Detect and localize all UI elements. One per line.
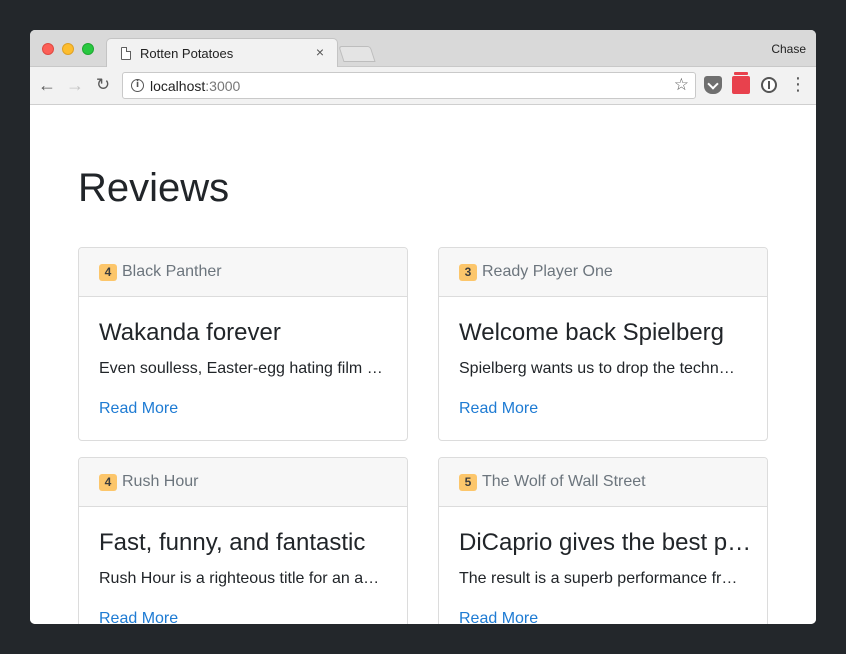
- password-manager-icon[interactable]: [761, 77, 777, 93]
- rating-badge: 4: [99, 264, 117, 281]
- review-excerpt: Even soulless, Easter-egg hating film …: [99, 360, 383, 377]
- movie-title: Rush Hour: [122, 473, 199, 490]
- review-excerpt: The result is a superb performance fr…: [459, 570, 738, 587]
- review-title: DiCaprio gives the best p…: [459, 529, 752, 556]
- bookmark-star-icon[interactable]: ☆: [674, 75, 689, 95]
- pocket-extension-icon[interactable]: [704, 76, 722, 94]
- url-port: :3000: [205, 78, 241, 94]
- card-header: 3 Ready Player One: [439, 248, 767, 297]
- review-card: 3 Ready Player One Welcome back Spielber…: [438, 247, 768, 441]
- browser-tab[interactable]: Rotten Potatoes ×: [106, 38, 338, 68]
- review-card: 4 Rush Hour Fast, funny, and fantastic R…: [78, 457, 408, 624]
- page-content: Reviews 4 Black Panther Wakanda forever …: [30, 105, 816, 624]
- url-host: localhost: [150, 78, 206, 94]
- review-title: Fast, funny, and fantastic: [99, 529, 366, 556]
- browser-window: Rotten Potatoes × Chase ← → ↻ i localhos…: [30, 30, 816, 624]
- stack-extension-icon[interactable]: [732, 72, 750, 94]
- card-header: 4 Black Panther: [79, 248, 407, 297]
- url-text[interactable]: localhost:3000: [150, 78, 240, 94]
- review-card: 4 Black Panther Wakanda forever Even sou…: [78, 247, 408, 441]
- movie-title: The Wolf of Wall Street: [482, 473, 646, 490]
- maximize-window-button[interactable]: [82, 43, 94, 55]
- forward-arrow-icon[interactable]: →: [64, 74, 86, 96]
- rating-badge: 4: [99, 474, 117, 491]
- review-excerpt: Spielberg wants us to drop the techn…: [459, 360, 735, 377]
- tab-close-icon[interactable]: ×: [313, 44, 327, 60]
- minimize-window-button[interactable]: [62, 43, 74, 55]
- card-header: 5 The Wolf of Wall Street: [439, 458, 767, 507]
- review-excerpt: Rush Hour is a righteous title for an a…: [99, 570, 380, 587]
- movie-title: Ready Player One: [482, 263, 613, 280]
- rating-badge: 3: [459, 264, 477, 281]
- read-more-link[interactable]: Read More: [99, 400, 178, 418]
- profile-name[interactable]: Chase: [771, 42, 806, 56]
- rating-badge: 5: [459, 474, 477, 491]
- browser-toolbar: ← → ↻ i localhost:3000 ☆ ⋮: [30, 67, 816, 105]
- read-more-link[interactable]: Read More: [459, 400, 538, 418]
- info-icon[interactable]: i: [131, 79, 144, 92]
- new-tab-button[interactable]: [338, 46, 376, 62]
- reload-icon[interactable]: ↻: [92, 74, 114, 96]
- back-arrow-icon[interactable]: ←: [36, 74, 58, 96]
- review-title: Welcome back Spielberg: [459, 319, 725, 346]
- read-more-link[interactable]: Read More: [459, 610, 538, 624]
- card-header: 4 Rush Hour: [79, 458, 407, 507]
- read-more-link[interactable]: Read More: [99, 610, 178, 624]
- title-bar: Rotten Potatoes × Chase: [30, 30, 816, 68]
- page-title: Reviews: [78, 166, 230, 210]
- browser-menu-icon[interactable]: ⋮: [789, 75, 807, 95]
- tab-title: Rotten Potatoes: [140, 46, 234, 61]
- movie-title: Black Panther: [122, 263, 222, 280]
- review-title: Wakanda forever: [99, 319, 281, 346]
- close-window-button[interactable]: [42, 43, 54, 55]
- address-bar[interactable]: i localhost:3000 ☆: [122, 72, 696, 99]
- page-icon: [121, 47, 131, 60]
- review-card: 5 The Wolf of Wall Street DiCaprio gives…: [438, 457, 768, 624]
